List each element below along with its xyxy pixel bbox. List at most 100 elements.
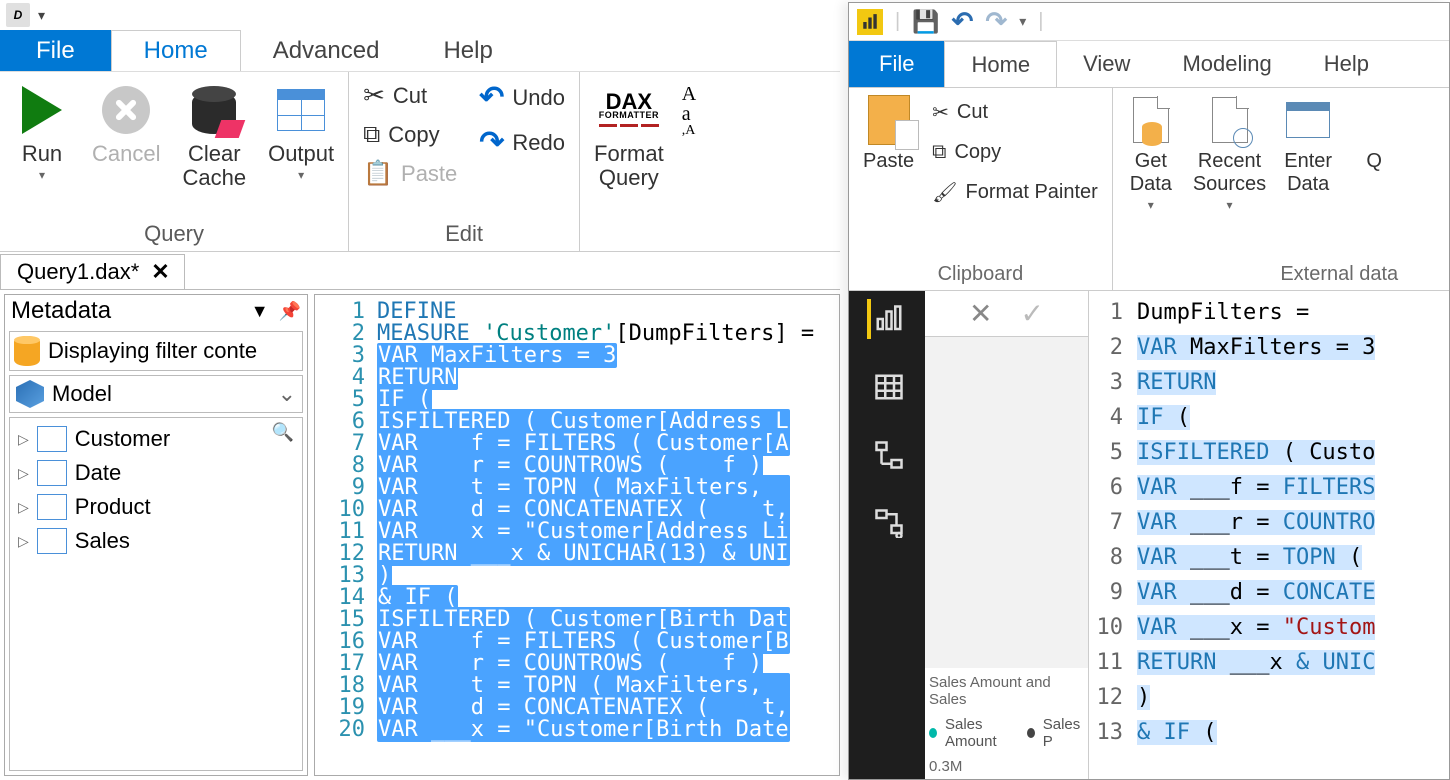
code-area[interactable]: DumpFilters =VAR MaxFilters = 3RETURNIF … — [1133, 291, 1449, 780]
code-line[interactable]: RETURN ___x & UNIC — [1137, 645, 1449, 680]
pbi-formula-editor[interactable]: 12345678910111213 DumpFilters =VAR MaxFi… — [1089, 291, 1449, 780]
qat-dropdown-icon[interactable]: ▾ — [1019, 13, 1026, 30]
undo-button[interactable]: ↶ — [952, 6, 974, 37]
model-view-icon[interactable] — [867, 435, 907, 475]
expand-icon[interactable]: ▷ — [18, 431, 29, 448]
tab-file[interactable]: File — [0, 30, 111, 71]
code-line[interactable]: VAR ___t = TOPN ( MaxFilters, _ — [377, 477, 839, 499]
get-data-button[interactable]: Get Data ▾ — [1127, 94, 1175, 212]
group-label: Query — [144, 221, 204, 247]
tree-item-product[interactable]: ▷Product — [16, 490, 296, 524]
cancel-button[interactable]: Cancel — [88, 78, 164, 170]
code-line[interactable]: ) — [1137, 680, 1449, 715]
redo-button[interactable]: ↷ — [985, 6, 1007, 37]
pin-icon[interactable]: 📌 — [279, 301, 301, 322]
code-line[interactable]: & IF ( — [377, 587, 839, 609]
pbi-tab-file[interactable]: File — [849, 41, 944, 87]
code-line[interactable]: VAR ___x = "Customer[Birth Date — [377, 719, 839, 741]
code-line[interactable]: VAR ___r = COUNTROWS ( ___f ) — [377, 653, 839, 675]
code-line[interactable]: MEASURE 'Customer'[DumpFilters] = — [377, 323, 839, 345]
code-line[interactable]: IF ( — [1137, 400, 1449, 435]
paste-button[interactable]: Paste — [863, 94, 914, 173]
tree-item-customer[interactable]: ▷Customer — [16, 422, 296, 456]
code-line[interactable]: VAR ___d = CONCATE — [1137, 575, 1449, 610]
dax-editor[interactable]: 1234567891011121314151617181920 DEFINEME… — [314, 294, 840, 776]
commit-button[interactable]: ✓ — [1021, 297, 1044, 330]
data-view-icon[interactable] — [867, 367, 907, 407]
clear-cache-button[interactable]: Clear Cache — [178, 78, 250, 194]
run-button[interactable]: Run ▾ — [10, 78, 74, 186]
format-painter-button[interactable]: 🖌Format Painter — [932, 178, 1098, 207]
qat-dropdown-icon[interactable]: ▾ — [38, 7, 45, 24]
document-tab[interactable]: Query1.dax* ✕ — [0, 254, 185, 289]
code-line[interactable]: DumpFilters = — [1137, 295, 1449, 330]
tree-item-date[interactable]: ▷Date — [16, 456, 296, 490]
pbi-tab-help[interactable]: Help — [1298, 41, 1395, 87]
code-line[interactable]: VAR ___d = CONCATENATEX ( ___t, — [377, 697, 839, 719]
undo-button[interactable]: ↶Undo — [475, 78, 569, 117]
report-view-icon[interactable] — [867, 299, 907, 339]
expand-icon[interactable]: ▷ — [18, 465, 29, 482]
code-line[interactable]: VAR ___t = TOPN ( MaxFilters, _ — [377, 675, 839, 697]
code-line[interactable]: ISFILTERED ( Customer[Birth Dat — [377, 609, 839, 631]
discard-button[interactable]: ✕ — [969, 297, 992, 330]
cut-button[interactable]: ✂Cut — [359, 78, 461, 113]
save-button[interactable]: 💾 — [912, 9, 939, 35]
code-line[interactable]: VAR ___f = FILTERS ( Customer[A — [377, 433, 839, 455]
code-line[interactable]: VAR ___f = FILTERS — [1137, 470, 1449, 505]
tab-home[interactable]: Home — [111, 30, 241, 71]
tree-item-sales[interactable]: ▷Sales — [16, 524, 296, 558]
search-icon[interactable]: 🔍 — [272, 422, 294, 443]
code-line[interactable]: VAR ___r = COUNTROWS ( ___f ) — [377, 455, 839, 477]
tab-advanced[interactable]: Advanced — [241, 30, 412, 71]
output-button[interactable]: Output ▾ — [264, 78, 338, 186]
code-line[interactable]: IF ( — [377, 389, 839, 411]
code-line[interactable]: DEFINE — [377, 301, 839, 323]
pbi-tab-modeling[interactable]: Modeling — [1156, 41, 1297, 87]
visual-legend: Sales Amount Sales P — [925, 714, 1088, 752]
code-line[interactable]: RETURN ___x & UNICHAR(13) & UNI — [377, 543, 839, 565]
code-line[interactable]: ISFILTERED ( Custo — [1137, 435, 1449, 470]
database-selector[interactable]: Displaying filter conte — [9, 331, 303, 371]
document-tabstrip: Query1.dax* ✕ — [0, 252, 840, 290]
cut-button[interactable]: ✂Cut — [932, 98, 1098, 127]
code-line[interactable]: RETURN — [377, 367, 839, 389]
code-line[interactable]: VAR MaxFilters = 3 — [1137, 330, 1449, 365]
code-area[interactable]: DEFINEMEASURE 'Customer'[DumpFilters] =V… — [373, 295, 839, 775]
code-line[interactable]: VAR ___x = "Custom — [1137, 610, 1449, 645]
play-icon — [22, 86, 62, 134]
recent-sources-button[interactable]: Recent Sources ▾ — [1193, 94, 1266, 212]
paste-button[interactable]: 📋Paste — [359, 157, 461, 190]
table-icon — [37, 494, 67, 520]
code-line[interactable]: VAR ___f = FILTERS ( Customer[B — [377, 631, 839, 653]
tab-help[interactable]: Help — [411, 30, 524, 71]
pbi-tab-home[interactable]: Home — [944, 41, 1057, 87]
code-line[interactable]: VAR ___d = CONCATENATEX ( ___t, — [377, 499, 839, 521]
code-line[interactable]: RETURN — [1137, 365, 1449, 400]
enter-data-button[interactable]: Enter Data — [1284, 94, 1332, 196]
font-options-icon[interactable]: Aa,A — [682, 78, 696, 138]
code-line[interactable]: VAR MaxFilters = 3 — [377, 345, 839, 367]
report-canvas[interactable] — [925, 337, 1088, 668]
model-selector[interactable]: Model ⌄ — [9, 375, 303, 413]
close-icon[interactable]: ✕ — [151, 259, 169, 285]
redo-button[interactable]: ↷Redo — [475, 123, 569, 162]
copy-button[interactable]: ⧉Copy — [359, 119, 461, 151]
truncated-button[interactable]: Q — [1350, 94, 1398, 173]
pbi-tab-view[interactable]: View — [1057, 41, 1156, 87]
expand-icon[interactable]: ▷ — [18, 533, 29, 550]
get-data-icon — [1133, 97, 1169, 143]
code-line[interactable]: & IF ( — [1137, 715, 1449, 750]
code-line[interactable]: VAR ___t = TOPN ( — [1137, 540, 1449, 575]
code-line[interactable]: ) — [377, 565, 839, 587]
code-line[interactable]: VAR ___r = COUNTRO — [1137, 505, 1449, 540]
code-line[interactable]: ISFILTERED ( Customer[Address L — [377, 411, 839, 433]
expand-icon[interactable]: ▷ — [18, 499, 29, 516]
relationships-icon[interactable] — [867, 503, 907, 543]
app-logo-icon: D — [6, 3, 30, 27]
format-query-button[interactable]: DAXFORMATTER Format Query — [590, 78, 668, 194]
copy-button[interactable]: ⧉Copy — [932, 139, 1098, 166]
dropdown-icon[interactable]: ▼ — [251, 301, 269, 322]
code-line[interactable]: VAR ___x = "Customer[Address Li — [377, 521, 839, 543]
pbi-view-switcher — [849, 291, 925, 780]
